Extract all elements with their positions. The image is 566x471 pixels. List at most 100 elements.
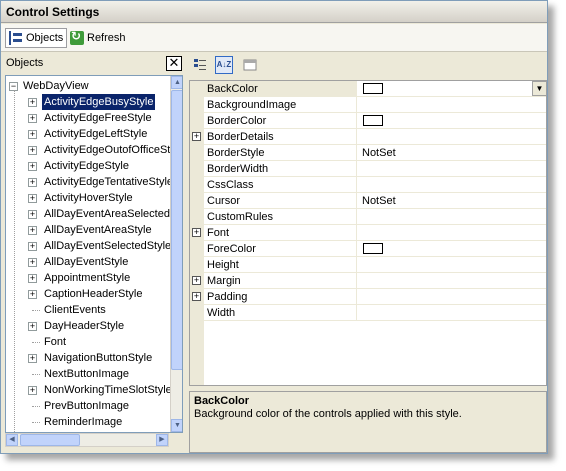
expand-icon[interactable]: + [28, 354, 37, 363]
property-row[interactable]: BorderStyle NotSet [190, 145, 546, 161]
objects-tree: − WebDayView + ActivityEdgeBusyStyle + Acti… [5, 75, 183, 433]
close-icon[interactable]: ✕ [166, 56, 182, 71]
expand-icon[interactable]: + [28, 178, 37, 187]
property-value[interactable]: NotSet [358, 193, 546, 209]
refresh-button-label: Refresh [87, 32, 126, 44]
property-name: BorderDetails [204, 129, 357, 145]
tree-item-label: ActivityEdgeOutofOfficeSt [44, 144, 171, 156]
expand-icon[interactable]: + [28, 130, 37, 139]
expand-icon[interactable]: + [28, 290, 37, 299]
expand-icon[interactable]: + [28, 274, 37, 283]
property-pages-icon[interactable] [241, 56, 259, 74]
tree-item[interactable]: + AllDayEventStyle [6, 254, 170, 270]
tree-leaf-connector [32, 342, 40, 343]
property-value[interactable] [358, 241, 546, 257]
expand-icon[interactable]: + [28, 194, 37, 203]
horizontal-scroll-thumb[interactable] [20, 434, 80, 446]
property-row[interactable]: + Font [190, 225, 546, 241]
property-value[interactable]: ▼ [358, 81, 546, 97]
expand-icon[interactable]: + [28, 210, 37, 219]
expand-icon[interactable]: + [28, 114, 37, 123]
tree-item[interactable]: NextButtonImage [6, 366, 170, 382]
vertical-scroll-thumb[interactable] [171, 90, 182, 370]
property-value[interactable] [358, 177, 546, 193]
tree-item[interactable]: ClientEvents [6, 302, 170, 318]
expand-icon[interactable]: + [28, 146, 37, 155]
property-row[interactable]: + BorderDetails [190, 129, 546, 145]
tree-item[interactable]: + ActivityEdgeLeftStyle [6, 126, 170, 142]
property-name: BorderColor [204, 113, 357, 129]
tree-vertical-scrollbar[interactable]: ▲ ▼ [170, 76, 182, 432]
property-value[interactable] [358, 305, 546, 321]
property-value[interactable] [358, 209, 546, 225]
property-value[interactable] [358, 161, 546, 177]
help-description: Background color of the controls applied… [194, 408, 462, 420]
tree-item[interactable]: + ActivityHoverStyle [6, 190, 170, 206]
tree-horizontal-scrollbar[interactable]: ◀ ▶ [5, 433, 169, 447]
property-row[interactable]: + Margin [190, 273, 546, 289]
expand-icon[interactable]: + [28, 226, 37, 235]
tree-item[interactable]: + ActivityEdgeTentativeStyle [6, 174, 173, 190]
property-row[interactable]: CustomRules [190, 209, 546, 225]
property-name: CustomRules [204, 209, 357, 225]
property-row[interactable]: CssClass [190, 177, 546, 193]
scroll-down-arrow-icon[interactable]: ▼ [171, 419, 182, 432]
property-value[interactable]: NotSet [358, 145, 546, 161]
tree-leaf-connector [32, 422, 40, 423]
property-row[interactable]: BorderColor [190, 113, 546, 129]
alphabetical-sort-icon[interactable]: A↓Z [215, 56, 233, 74]
property-value[interactable] [358, 273, 546, 289]
tree-item[interactable]: + ActivityEdgeStyle [6, 158, 170, 174]
tree-item[interactable]: + AllDayEventAreaSelected [6, 206, 170, 222]
property-value[interactable] [358, 97, 546, 113]
scroll-left-arrow-icon[interactable]: ◀ [6, 434, 18, 446]
tree-item[interactable]: + NavigationButtonStyle [6, 350, 170, 366]
property-value[interactable] [358, 289, 546, 305]
categorized-icon[interactable] [191, 56, 209, 74]
property-row[interactable]: + Padding [190, 289, 546, 305]
objects-button[interactable]: Objects [5, 28, 68, 48]
property-row-gutter [190, 161, 204, 177]
expand-icon[interactable]: + [28, 322, 37, 331]
tree-item[interactable]: + ActivityEdgeFreeStyle [6, 110, 170, 126]
tree-item[interactable]: + CaptionHeaderStyle [6, 286, 170, 302]
tree-item-label: ActivityEdgeLeftStyle [44, 128, 148, 140]
property-row[interactable]: BackgroundImage [190, 97, 546, 113]
property-row[interactable]: Height [190, 257, 546, 273]
expand-icon[interactable]: + [192, 292, 201, 301]
property-value[interactable] [358, 257, 546, 273]
property-row[interactable]: Cursor NotSet [190, 193, 546, 209]
tree-item[interactable]: + AppointmentStyle [6, 270, 170, 286]
tree-item[interactable]: + AllDayEventSelectedStyle [6, 238, 171, 254]
dropdown-arrow-icon[interactable]: ▼ [532, 81, 546, 96]
expand-icon[interactable]: + [192, 228, 201, 237]
expand-icon[interactable]: + [28, 162, 37, 171]
property-row[interactable]: ForeColor [190, 241, 546, 257]
expand-icon[interactable]: + [192, 132, 201, 141]
property-row[interactable]: BackColor ▼ [190, 81, 546, 97]
tree-item[interactable]: + ActivityEdgeBusyStyle [6, 94, 170, 110]
property-row-gutter [190, 81, 204, 97]
property-row[interactable]: BorderWidth [190, 161, 546, 177]
scroll-right-arrow-icon[interactable]: ▶ [156, 434, 168, 446]
expand-icon[interactable]: + [28, 386, 37, 395]
property-value[interactable] [358, 113, 546, 129]
tree-item[interactable]: + NonWorkingTimeSlotStyle [6, 382, 172, 398]
expand-icon[interactable]: + [28, 98, 37, 107]
property-value[interactable] [358, 129, 546, 145]
property-name: BackColor [204, 81, 357, 97]
tree-item[interactable]: ReminderImage [6, 414, 170, 430]
tree-item[interactable]: + AllDayEventAreaStyle [6, 222, 170, 238]
scroll-up-arrow-icon[interactable]: ▲ [171, 76, 182, 89]
expand-icon[interactable]: + [28, 242, 37, 251]
tree-item[interactable]: + DayHeaderStyle [6, 318, 170, 334]
property-row-gutter [190, 113, 204, 129]
expand-icon[interactable]: + [192, 276, 201, 285]
tree-item[interactable]: PrevButtonImage [6, 398, 170, 414]
refresh-button[interactable]: Refresh [67, 28, 129, 48]
tree-item[interactable]: Font [6, 334, 170, 350]
expand-icon[interactable]: + [28, 258, 37, 267]
property-value[interactable] [358, 225, 546, 241]
property-row[interactable]: Width [190, 305, 546, 321]
tree-item[interactable]: + ActivityEdgeOutofOfficeSt [6, 142, 170, 158]
